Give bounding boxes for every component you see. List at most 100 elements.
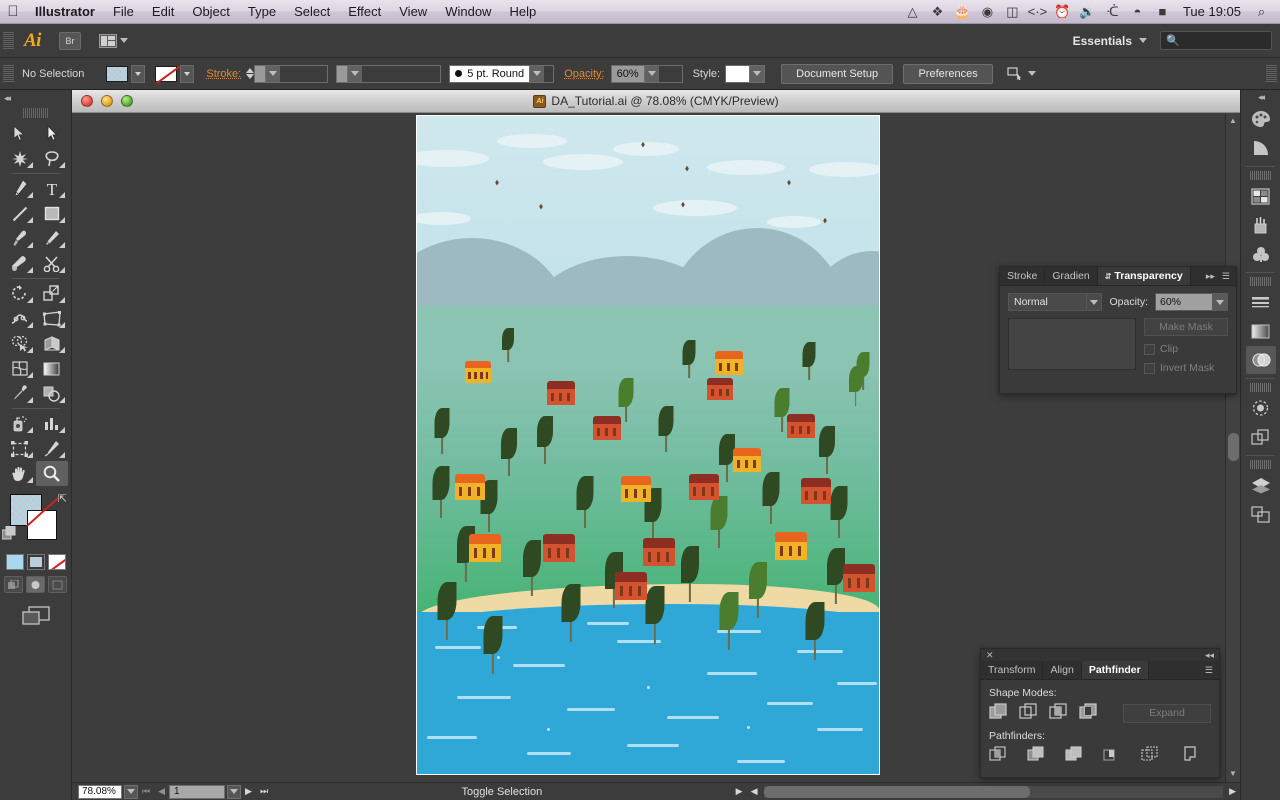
fill-swatch[interactable] xyxy=(106,65,129,82)
wifi-icon[interactable]: ◓ xyxy=(1125,0,1150,24)
slice-tool[interactable] xyxy=(36,436,68,461)
graphic-styles-panel-icon[interactable] xyxy=(1246,423,1276,451)
chevron-down-icon[interactable] xyxy=(749,65,765,82)
gradient-panel-icon[interactable] xyxy=(1246,317,1276,345)
stroke-none-swatch[interactable] xyxy=(155,65,178,82)
opacity-field[interactable]: 60% xyxy=(610,64,683,83)
disc-icon[interactable]: ◉ xyxy=(975,0,1000,24)
spotlight-search-icon[interactable]: ⌕ xyxy=(1249,0,1274,24)
last-artboard-icon[interactable]: ⏭ xyxy=(256,786,272,797)
battery-meter-icon[interactable]: ◫ xyxy=(1000,0,1025,24)
intersect-button[interactable] xyxy=(1049,703,1069,723)
crop-button[interactable] xyxy=(1103,746,1123,766)
stroke-weight-label[interactable]: Stroke: xyxy=(206,68,241,80)
pathfinder-panel-titlebar[interactable]: ✕ ◂◂ xyxy=(981,649,1219,661)
tab-gradient[interactable]: Gradien xyxy=(1045,267,1098,285)
drive-icon[interactable]: △ xyxy=(900,0,925,24)
blend-mode-select[interactable]: Normal xyxy=(1008,293,1103,311)
symbol-sprayer-tool[interactable] xyxy=(4,411,36,436)
none-button[interactable] xyxy=(47,554,66,570)
rotate-tool[interactable] xyxy=(4,281,36,306)
stroke-panel-icon[interactable] xyxy=(1246,288,1276,316)
expand-dock-icon[interactable]: ◂◂ xyxy=(1241,90,1280,104)
menu-help[interactable]: Help xyxy=(500,0,545,24)
brush-definition[interactable]: 5 pt. Round xyxy=(449,64,555,83)
minimize-window-button[interactable] xyxy=(101,95,113,107)
menu-illustrator[interactable]: Illustrator xyxy=(26,0,104,24)
blend-tool[interactable] xyxy=(36,381,68,406)
unite-button[interactable] xyxy=(989,703,1009,723)
color-button[interactable] xyxy=(5,554,24,570)
scroll-up-icon[interactable]: ▲ xyxy=(1229,116,1237,125)
graphic-style-field[interactable] xyxy=(725,64,766,83)
bluetooth-icon[interactable]: ᑣ xyxy=(1100,0,1125,24)
menu-object[interactable]: Object xyxy=(183,0,239,24)
stroke-weight-field[interactable] xyxy=(254,64,329,83)
menu-select[interactable]: Select xyxy=(285,0,339,24)
stroke-color-control[interactable] xyxy=(155,64,195,83)
document-title-bar[interactable]: Ai DA_Tutorial.ai @ 78.08% (CMYK/Preview… xyxy=(72,90,1240,113)
horizontal-scroll-right-icon[interactable]: ▶ xyxy=(1225,786,1240,797)
magic-wand-tool[interactable] xyxy=(4,146,36,171)
make-mask-button[interactable]: Make Mask xyxy=(1144,318,1228,336)
pen-tool[interactable] xyxy=(4,176,36,201)
screen-mode-button[interactable] xyxy=(0,605,71,627)
vertical-scroll-thumb[interactable] xyxy=(1228,433,1239,461)
stroke-weight-stepper[interactable] xyxy=(246,68,255,79)
menu-type[interactable]: Type xyxy=(239,0,285,24)
artboards-panel-icon[interactable] xyxy=(1246,500,1276,528)
gradient-tool[interactable] xyxy=(36,356,68,381)
transparency-panel-icon[interactable] xyxy=(1245,346,1276,374)
horizontal-scrollbar[interactable] xyxy=(763,785,1224,798)
menu-view[interactable]: View xyxy=(390,0,436,24)
transparency-opacity-control[interactable]: 60% xyxy=(1155,293,1228,311)
invert-mask-checkbox[interactable] xyxy=(1144,362,1155,374)
draw-inside-button[interactable] xyxy=(48,576,67,593)
tab-align[interactable]: Align xyxy=(1043,661,1082,679)
color-guide-panel-icon[interactable] xyxy=(1246,134,1276,162)
menu-file[interactable]: File xyxy=(104,0,143,24)
tab-transparency[interactable]: ⇵ Transparency xyxy=(1097,267,1191,285)
zoom-tool[interactable] xyxy=(35,461,68,486)
brushes-panel-icon[interactable] xyxy=(1246,211,1276,239)
scale-tool[interactable] xyxy=(36,281,68,306)
draw-behind-button[interactable] xyxy=(26,576,45,593)
clip-checkbox[interactable] xyxy=(1144,343,1155,355)
invert-mask-checkbox-row[interactable]: Invert Mask xyxy=(1144,362,1228,374)
chevron-down-icon[interactable] xyxy=(1213,293,1228,311)
help-search-input[interactable]: 🔍 xyxy=(1160,31,1272,50)
chevron-down-icon[interactable] xyxy=(643,65,659,82)
scissors-tool[interactable] xyxy=(36,251,68,276)
opacity-label[interactable]: Opacity: xyxy=(564,68,604,80)
horizontal-scroll-left-icon[interactable]: ◀ xyxy=(747,786,762,797)
type-tool[interactable]: T xyxy=(36,176,68,201)
menu-edit[interactable]: Edit xyxy=(143,0,183,24)
close-icon[interactable]: ✕ xyxy=(986,650,994,661)
dropbox-icon[interactable]: ❖ xyxy=(925,0,950,24)
tab-pathfinder[interactable]: Pathfinder xyxy=(1081,661,1149,679)
expand-button[interactable]: Expand xyxy=(1123,703,1211,723)
collapse-panel-icon[interactable]: ◂◂ xyxy=(1205,650,1214,661)
free-transform-tool[interactable] xyxy=(36,306,68,331)
lasso-tool[interactable] xyxy=(36,146,68,171)
exclude-button[interactable] xyxy=(1079,703,1099,723)
collapse-panel-icon[interactable]: ▸▸ xyxy=(1206,271,1215,282)
merge-button[interactable] xyxy=(1065,746,1085,766)
symbols-panel-icon[interactable] xyxy=(1246,240,1276,268)
document-setup-button[interactable]: Document Setup xyxy=(781,63,894,84)
power-icon[interactable]: ■ xyxy=(1150,0,1175,24)
artboard-dropdown[interactable] xyxy=(227,784,242,799)
select-similar-objects[interactable] xyxy=(1007,67,1037,80)
evernote-icon[interactable]: 🎂 xyxy=(950,0,975,24)
trim-button[interactable] xyxy=(1027,746,1047,766)
apple-logo-icon[interactable]:  xyxy=(0,0,26,24)
line-segment-tool[interactable] xyxy=(4,201,36,226)
status-text[interactable]: Toggle Selection xyxy=(272,786,732,798)
pencil-tool[interactable] xyxy=(36,226,68,251)
chevron-down-icon[interactable] xyxy=(1139,38,1147,43)
artboard-tool[interactable] xyxy=(4,436,36,461)
shape-builder-tool[interactable] xyxy=(4,331,36,356)
timemachine-icon[interactable]: ⏰ xyxy=(1050,0,1075,24)
mask-thumbnail[interactable] xyxy=(1008,318,1136,370)
zoom-level-input[interactable]: 78.08% xyxy=(78,784,122,799)
